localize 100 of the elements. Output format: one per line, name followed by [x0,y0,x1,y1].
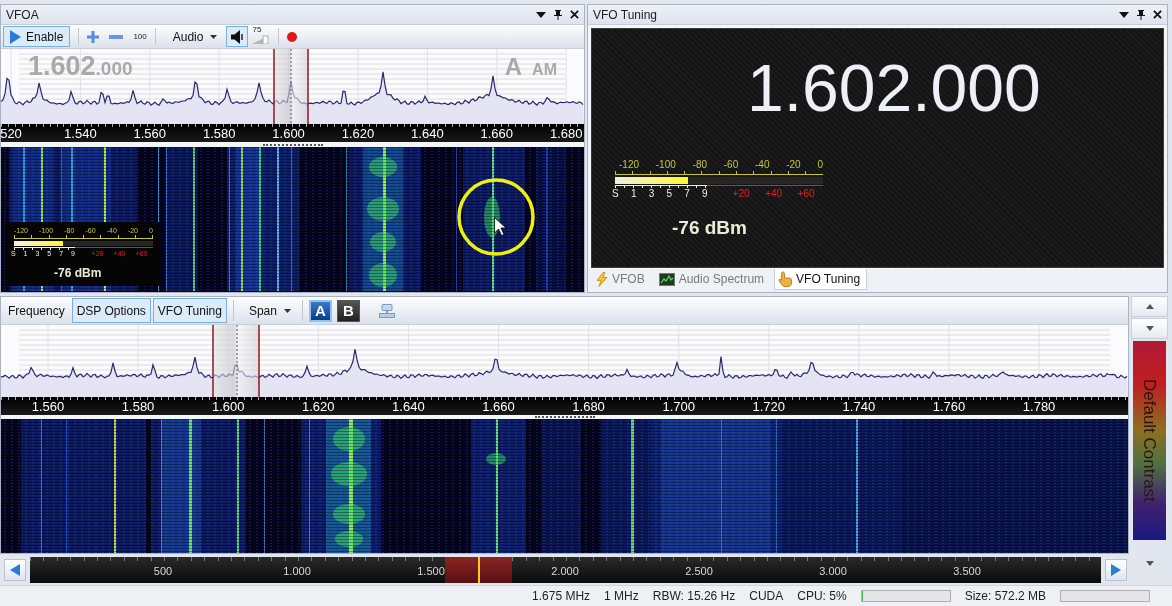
scale-label: 3.500 [953,564,981,578]
meter-scale-label: -80 [692,159,707,171]
scale-label: 500 [153,564,173,578]
scroll-down-button[interactable] [1131,318,1168,339]
frequency-overlay: 1.602 [28,51,96,81]
passband-marker[interactable] [273,49,309,124]
meter-scale-label: 3 [648,188,655,200]
vfo-button[interactable]: B [336,299,360,322]
scale-label: 1.620 [302,399,335,414]
status-text: Size: 572.2 MB [964,589,1046,603]
caret-icon [283,308,291,313]
audio-menu[interactable]: Audio [163,26,223,47]
meter-scale-label: S [612,188,619,200]
panel-tab[interactable]: VFOB [592,269,652,290]
right-arrow-icon [1111,563,1121,576]
scale-label: 2.500 [685,564,713,578]
meter-scale-label: -20 [786,159,801,171]
splitter-grip[interactable] [262,143,323,146]
hand-pointer-icon [778,271,793,287]
meter-scale-label: +20 [732,188,750,200]
plus-icon[interactable] [87,30,100,43]
scale-label: 1.680 [549,126,583,141]
down-arrow-icon [1145,560,1154,566]
frequency-fraction: .000 [95,58,133,79]
scale-label: 1.680 [572,399,605,414]
scale-label: 1.000 [283,564,311,578]
dropdown-icon[interactable] [536,11,546,18]
play-icon [10,29,21,44]
highlight-ring-icon [457,178,535,256]
cursor-icon [494,217,507,236]
status-text: 1.675 MHz [532,589,591,603]
panel-title: VFOA [6,7,39,22]
passband-marker[interactable] [212,325,260,397]
scale-label: 3.000 [819,564,847,578]
scale-label: 1.700 [662,399,695,414]
volume-slider-icon[interactable] [252,34,271,44]
toggle-button[interactable]: VFO Tuning [152,298,227,323]
scale-label: 1.540 [64,126,97,141]
close-icon[interactable] [570,10,579,19]
scale-label: 1.640 [411,126,444,141]
scale-label: 520 [0,126,22,141]
panel-title: VFO Tuning [593,7,658,22]
status-text: 1 MHz [604,589,639,603]
status-text: RBW: 15.26 Hz [652,589,736,603]
meter-scale-label: -120 [619,159,639,171]
scale-label: 1.660 [482,399,515,414]
scale-label: 1.560 [133,126,167,141]
dropdown-icon[interactable] [1119,11,1129,18]
monitor-icon[interactable] [378,303,395,318]
toggle-button[interactable]: Frequency [3,298,70,323]
meter-scale-label: -60 [723,159,739,171]
signal-reading: -76 dBm [672,217,747,239]
scale-label: 1.600 [211,399,245,414]
scroll-up-button[interactable] [1131,296,1168,317]
meter-scale-label: +60 [797,188,815,200]
scale-label: 1.560 [31,399,65,414]
scale-label: 1.660 [480,126,514,141]
step-value: 100 [133,32,147,41]
meter-scale-label: 7 [684,188,690,200]
scale-label: 1.620 [341,126,375,141]
pin-icon[interactable] [554,9,562,20]
panel-tab[interactable]: Audio Spectrum [654,269,772,290]
meter-scale-label: 0 [817,159,823,171]
pin-icon[interactable] [1137,9,1145,20]
scale-label: 2.000 [551,564,579,578]
vfo-button[interactable]: A [308,299,332,322]
meter-scale-label: 1 [630,188,637,200]
mode-label: AM [532,61,557,78]
enable-button[interactable]: Enable [3,26,71,47]
caret-icon [210,34,218,39]
speaker-button[interactable] [226,26,249,47]
vfo-label: A [504,53,523,80]
scroll-left-button[interactable] [4,558,26,581]
scale-label: 1.500 [417,564,445,578]
scale-label: 1.640 [392,399,425,414]
speaker-icon [231,29,244,44]
meter-scale-label: -40 [755,159,770,171]
span-menu[interactable]: Span [239,298,296,323]
meter-scale-label: -100 [655,159,676,171]
scale-label: 1.600 [272,126,305,141]
view-window-marker[interactable] [445,556,512,583]
frequency-readout: 1.602.000 [747,55,1041,121]
record-icon[interactable] [287,31,298,42]
meter-scale-label: 9 [702,188,708,200]
scale-label: 1.580 [121,399,155,414]
up-arrow-icon [1145,304,1154,309]
scale-label: 1.580 [202,126,236,141]
volume-value: 75 [252,26,262,34]
left-arrow-icon [10,563,20,576]
chart-icon [658,272,675,286]
status-text: CPU: 5% [797,589,847,603]
panel-tab[interactable]: VFO Tuning [774,269,868,290]
scale-label: 1.780 [1022,399,1056,414]
down-arrow-icon [1145,326,1154,331]
scale-label: 1.760 [932,399,966,414]
scale-label: 1.740 [842,399,876,414]
close-icon[interactable] [1153,10,1162,19]
scroll-right-button[interactable] [1105,558,1127,581]
toggle-button[interactable]: DSP Options [71,298,151,323]
minus-icon[interactable] [109,34,124,39]
